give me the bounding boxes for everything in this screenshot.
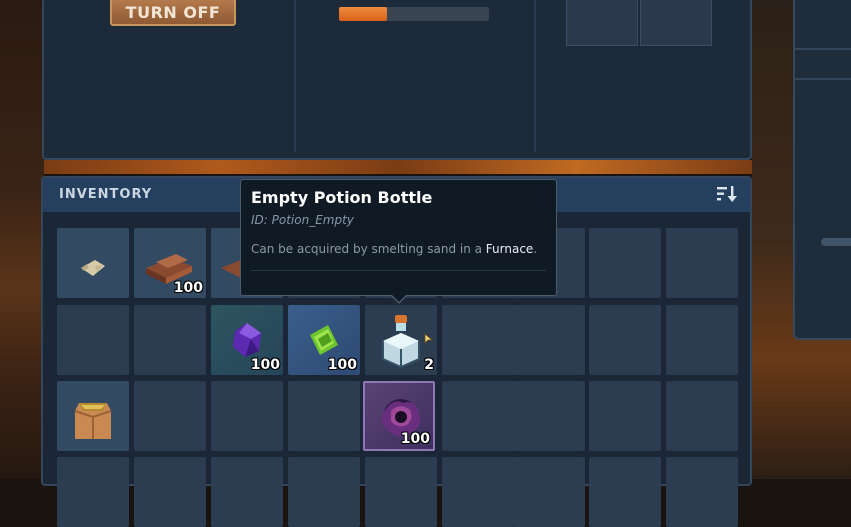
inventory-slot[interactable] bbox=[57, 228, 129, 298]
inventory-slot[interactable] bbox=[589, 228, 661, 298]
lava-glow bbox=[44, 160, 754, 174]
inventory-slot[interactable]: 100 bbox=[211, 305, 283, 375]
side-scrollbar[interactable] bbox=[821, 238, 851, 246]
inventory-slot[interactable] bbox=[589, 305, 661, 375]
inventory-slot[interactable] bbox=[589, 457, 661, 527]
item-quantity: 100 bbox=[173, 280, 203, 296]
world-background-left bbox=[0, 0, 44, 479]
sort-icon[interactable] bbox=[716, 185, 738, 203]
inventory-slot[interactable] bbox=[134, 305, 206, 375]
inventory-slot[interactable] bbox=[666, 381, 738, 451]
smelting-progress-fill bbox=[339, 7, 387, 21]
inventory-slot[interactable] bbox=[211, 457, 283, 527]
tooltip-description: Can be acquired by smelting sand in a Fu… bbox=[251, 242, 537, 256]
machine-column bbox=[296, 0, 536, 152]
inventory-slot[interactable]: 100 bbox=[134, 228, 206, 298]
item-quantity: 100 bbox=[400, 431, 430, 447]
tooltip-description-text: Can be acquired by smelting sand in a bbox=[251, 242, 486, 256]
turn-off-button[interactable]: TURN OFF bbox=[110, 0, 236, 26]
inventory-slot[interactable] bbox=[513, 457, 585, 527]
inventory-slot[interactable] bbox=[57, 457, 129, 527]
inventory-slot[interactable] bbox=[442, 381, 514, 451]
inventory-slot[interactable] bbox=[288, 381, 360, 451]
inventory-slot[interactable] bbox=[513, 381, 585, 451]
item-quantity: 100 bbox=[327, 357, 357, 373]
item-quantity: 2 bbox=[424, 357, 434, 373]
scroll-icon bbox=[81, 260, 105, 276]
tooltip-item-name: Empty Potion Bottle bbox=[251, 188, 433, 207]
inventory-slot[interactable] bbox=[134, 457, 206, 527]
inventory-slot[interactable] bbox=[288, 457, 360, 527]
smelting-progress-bar bbox=[339, 7, 489, 21]
mouse-cursor-icon bbox=[424, 333, 434, 344]
tooltip-pointer-fill bbox=[391, 294, 407, 302]
inventory-slot[interactable]: 100 bbox=[363, 381, 435, 451]
inventory-title: INVENTORY bbox=[59, 187, 153, 202]
inventory-slot[interactable] bbox=[666, 305, 738, 375]
inventory-slot[interactable] bbox=[513, 305, 585, 375]
output-slot[interactable] bbox=[640, 0, 712, 46]
inventory-slot[interactable] bbox=[666, 228, 738, 298]
item-tooltip: Empty Potion Bottle ID: Potion_Empty Can… bbox=[240, 179, 557, 304]
output-slot[interactable] bbox=[566, 0, 638, 46]
side-divider bbox=[795, 78, 851, 80]
side-panel bbox=[793, 0, 851, 340]
inventory-slot[interactable] bbox=[666, 457, 738, 527]
sack-icon bbox=[74, 403, 112, 439]
inventory-slot[interactable] bbox=[442, 457, 514, 527]
inventory-slot[interactable] bbox=[442, 305, 514, 375]
tooltip-divider bbox=[251, 270, 546, 271]
tooltip-item-id: ID: Potion_Empty bbox=[251, 213, 354, 227]
inventory-slot[interactable] bbox=[365, 457, 437, 527]
inventory-slot[interactable]: 100 bbox=[288, 305, 360, 375]
inventory-slot[interactable] bbox=[57, 381, 129, 451]
tooltip-furnace-highlight: Furnace bbox=[485, 242, 534, 256]
inventory-slot[interactable] bbox=[211, 381, 283, 451]
inventory-slot[interactable] bbox=[57, 305, 129, 375]
inventory-slot[interactable] bbox=[589, 381, 661, 451]
tooltip-description-end: . bbox=[533, 242, 538, 256]
side-divider bbox=[795, 48, 851, 50]
machine-panel: TURN OFF bbox=[42, 0, 752, 160]
inventory-slot[interactable] bbox=[134, 381, 206, 451]
item-quantity: 100 bbox=[250, 357, 280, 373]
